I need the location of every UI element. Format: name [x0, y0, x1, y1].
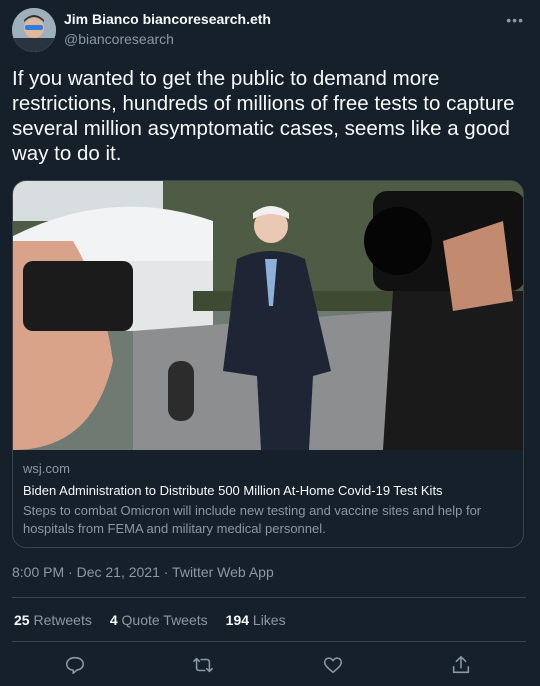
- likes-count: 194: [225, 612, 250, 628]
- card-domain: wsj.com: [23, 461, 70, 476]
- retweets-count: 25: [14, 612, 30, 628]
- link-card[interactable]: wsj.com Biden Administration to Distribu…: [12, 180, 524, 548]
- card-title[interactable]: Biden Administration to Distribute 500 M…: [23, 483, 515, 498]
- tweet-text: If you wanted to get the public to deman…: [12, 67, 515, 165]
- share-icon[interactable]: [450, 654, 474, 678]
- retweets-stat[interactable]: 25 Retweets: [14, 612, 92, 628]
- action-bar: [0, 650, 540, 680]
- likes-label: Likes: [252, 612, 286, 628]
- quotes-label: Quote Tweets: [121, 612, 208, 628]
- more-options-icon[interactable]: •••: [506, 12, 524, 28]
- retweet-icon[interactable]: [192, 654, 216, 678]
- display-name[interactable]: Jim Bianco biancoresearch.eth: [64, 11, 271, 27]
- likes-stat[interactable]: 194 Likes: [226, 612, 286, 628]
- retweets-label: Retweets: [33, 612, 92, 628]
- author-names: Jim Bianco biancoresearch.eth @biancores…: [64, 11, 271, 47]
- card-body: wsj.com Biden Administration to Distribu…: [23, 461, 515, 538]
- quotes-count: 4: [109, 612, 118, 628]
- tweet-stats: 25 Retweets 4 Quote Tweets 194 Likes: [14, 612, 286, 628]
- avatar[interactable]: [12, 8, 56, 52]
- tweet: Jim Bianco biancoresearch.eth @biancores…: [0, 0, 540, 686]
- reply-icon[interactable]: [64, 654, 88, 678]
- quotes-stat[interactable]: 4 Quote Tweets: [110, 612, 208, 628]
- divider: [12, 641, 526, 642]
- card-description: Steps to combat Omicron will include new…: [23, 503, 482, 536]
- card-image: [13, 181, 523, 450]
- tweet-timestamp[interactable]: 8:00 PM · Dec 21, 2021 · Twitter Web App: [12, 564, 274, 580]
- tweet-header: Jim Bianco biancoresearch.eth @biancores…: [12, 8, 528, 56]
- like-icon[interactable]: [322, 654, 346, 678]
- divider: [12, 597, 526, 598]
- handle[interactable]: @biancoresearch: [64, 31, 271, 47]
